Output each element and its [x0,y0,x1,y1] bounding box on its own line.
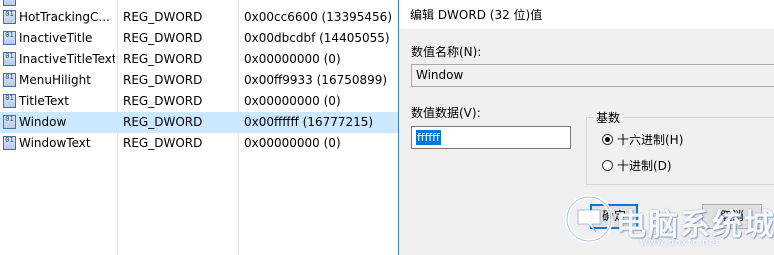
value-data: 0x00000000 (0) [244,52,341,66]
value-data: 0x00000000 (0) [244,94,341,108]
value-type: REG_DWORD [123,10,203,24]
screen: 01 01HotTrackingC... REG_DWORD 0x00cc660… [0,0,774,255]
value-data: 0x00ff9933 (16750899) [244,73,388,87]
value-type: REG_DWORD [123,31,203,45]
value-data-label: 数值数据(V): [411,106,481,120]
registry-value-list: 01 01HotTrackingC... REG_DWORD 0x00cc660… [0,0,400,255]
registry-value-icon: 01 [3,52,16,66]
radio-decimal[interactable]: 十进制(D) [602,158,672,174]
base-groupbox: 基数 十六进制(H) 十进制(D) [586,109,774,185]
table-row[interactable]: 01 InactiveTitle REG_DWORD 0x00dbcdbf (14… [0,28,400,49]
value-data-selected-text: ffffff [416,130,441,145]
value-name: TitleText [19,94,69,108]
value-data: 0x00ffffff (16777215) [244,115,374,129]
table-row[interactable]: 01 MenuHilight REG_DWORD 0x00ff9933 (1675… [0,70,400,91]
value-name: InactiveTitle [19,31,93,45]
registry-value-icon: 01 [3,10,16,24]
radio-hex-label: 十六进制(H) [617,133,684,147]
registry-value-icon: 01 [3,31,16,45]
edit-dword-dialog: 编辑 DWORD (32 位)值 数值名称(N): Window 数值数据(V)… [398,0,774,255]
registry-value-icon: 01 [3,115,16,129]
radio-hexadecimal[interactable]: 十六进制(H) [602,132,683,148]
registry-value-icon: 01 [3,94,16,108]
table-row[interactable]: 01 WindowText REG_DWORD 0x00000000 (0) [0,133,400,154]
value-type: REG_DWORD [123,73,203,87]
registry-value-icon: 01 [3,0,16,6]
value-name-label: 数值名称(N): [411,45,482,59]
value-name: HotTrackingC... [19,10,110,24]
value-name: WindowText [19,136,91,150]
radio-checked-icon[interactable] [602,134,613,145]
table-row[interactable]: 01 InactiveTitleText REG_DWORD 0x00000000… [0,49,400,70]
table-row-selected[interactable]: 01 Window REG_DWORD 0x00ffffff (16777215) [0,112,400,133]
value-data: 0x00cc6600 (13395456) [244,10,392,24]
registry-value-icon: 01 [3,136,16,150]
value-name: Window [19,115,67,129]
dialog-title: 编辑 DWORD (32 位)值 [410,8,543,22]
registry-value-icon: 01 [3,73,16,87]
value-data: 0x00000000 (0) [244,136,341,150]
value-type: REG_DWORD [123,94,203,108]
value-name: MenuHilight [19,73,91,87]
value-type: REG_DWORD [123,115,203,129]
radio-dec-label: 十进制(D) [617,159,672,173]
value-type: REG_DWORD [123,136,203,150]
ok-button[interactable]: 确定 [590,204,638,229]
value-name-field[interactable]: Window [411,64,774,87]
value-type: REG_DWORD [123,52,203,66]
table-row[interactable]: 01 HotTrackingC... REG_DWORD 0x00cc6600 (… [0,7,400,28]
table-row[interactable]: 01 TitleText REG_DWORD 0x00000000 (0) [0,91,400,112]
value-data: 0x00dbcdbf (14405055) [244,31,390,45]
value-name: InactiveTitleText [19,52,115,66]
value-data-input[interactable]: ffffff [411,126,571,149]
radio-unchecked-icon[interactable] [602,160,613,171]
dialog-title-bar[interactable]: 编辑 DWORD (32 位)值 [399,0,774,29]
cancel-button[interactable]: 取消 [702,204,762,229]
base-group-title: 基数 [594,109,623,126]
